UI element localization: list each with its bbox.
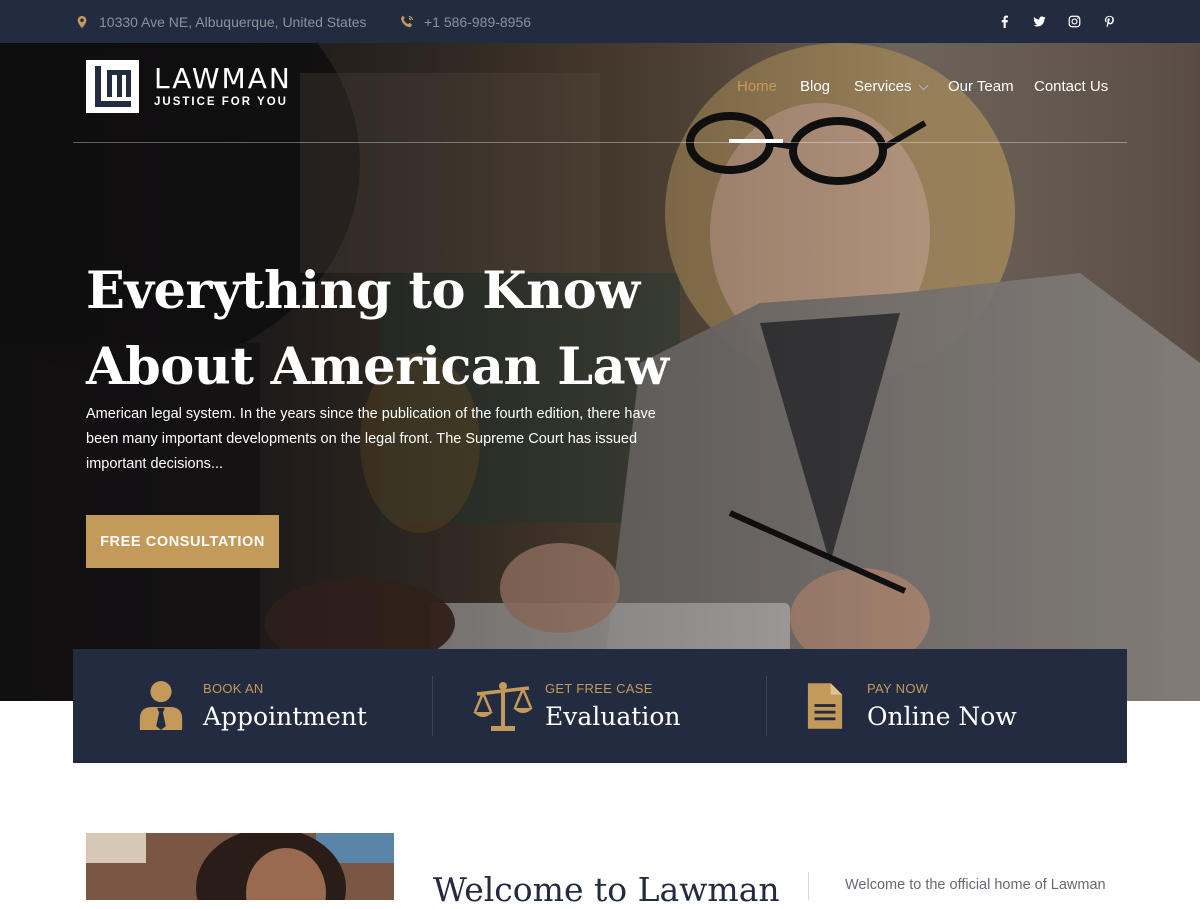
nav-services[interactable]: Services [854, 78, 929, 95]
address-text: 10330 Ave NE, Albuquerque, United States [99, 13, 367, 30]
hero-section: LAWMAN JUSTICE FOR YOU Home Blog Service… [0, 43, 1200, 701]
service-evaluation[interactable]: GET FREE CASE Evaluation [471, 649, 680, 763]
brand-name: LAWMAN [154, 62, 292, 95]
logo-text: LAWMAN JUSTICE FOR YOU [154, 62, 292, 109]
service-online-payment-kicker: PAY NOW [867, 681, 929, 696]
service-divider [432, 676, 433, 736]
top-bar: 10330 Ave NE, Albuquerque, United States… [0, 0, 1200, 43]
nav-active-indicator [729, 139, 783, 143]
nav-contact-us[interactable]: Contact Us [1034, 78, 1108, 95]
service-online-payment[interactable]: PAY NOW Online Now [793, 649, 1017, 763]
services-strip: BOOK AN Appointment GET FREE CASE Evalua… [73, 649, 1127, 763]
service-divider [766, 676, 767, 736]
instagram-icon[interactable] [1064, 0, 1084, 43]
logo-mark-icon [86, 60, 139, 113]
service-appointment-kicker: BOOK AN [203, 681, 264, 696]
phone-info[interactable]: +1 586-989-8956 [399, 0, 531, 43]
service-appointment-title: Appointment [203, 702, 367, 731]
brand-tagline: JUSTICE FOR YOU [154, 96, 288, 108]
service-appointment[interactable]: BOOK AN Appointment [129, 649, 367, 763]
nav-services-label: Services [854, 78, 912, 95]
service-online-payment-title: Online Now [867, 702, 1017, 731]
map-pin-icon [74, 14, 90, 30]
document-icon [793, 674, 857, 738]
pinterest-icon[interactable] [1099, 0, 1119, 43]
about-photo [86, 833, 394, 900]
nav-divider [73, 142, 1127, 143]
hero-title: Everything to Know About American Law [86, 253, 706, 405]
welcome-divider [808, 872, 809, 900]
hero-description: American legal system. In the years sinc… [86, 406, 656, 472]
address-info: 10330 Ave NE, Albuquerque, United States [74, 0, 367, 43]
nav-our-team[interactable]: Our Team [948, 78, 1014, 95]
welcome-heading: Welcome to Lawman [433, 870, 780, 909]
facebook-icon[interactable] [994, 0, 1014, 43]
nav-home[interactable]: Home [737, 78, 777, 95]
twitter-icon[interactable] [1029, 0, 1049, 43]
hero-title-line-1: Everything to Know [86, 261, 640, 321]
about-image [86, 833, 394, 900]
service-evaluation-title: Evaluation [545, 702, 681, 731]
service-online-payment-text: PAY NOW Online Now [867, 681, 1017, 731]
service-evaluation-text: GET FREE CASE Evaluation [545, 681, 680, 731]
welcome-side-text: Welcome to the official home of Lawman [845, 877, 1106, 893]
person-icon [129, 674, 193, 738]
service-evaluation-kicker: GET FREE CASE [545, 681, 653, 696]
phone-icon [399, 14, 415, 30]
phone-text: +1 586-989-8956 [424, 13, 532, 30]
nav-blog[interactable]: Blog [800, 78, 830, 95]
hero-title-line-2: About American Law [86, 337, 669, 397]
site-logo[interactable]: LAWMAN JUSTICE FOR YOU [86, 60, 292, 113]
scales-icon [471, 674, 535, 738]
service-appointment-text: BOOK AN Appointment [203, 681, 367, 731]
free-consultation-button[interactable]: FREE CONSULTATION [86, 515, 279, 568]
